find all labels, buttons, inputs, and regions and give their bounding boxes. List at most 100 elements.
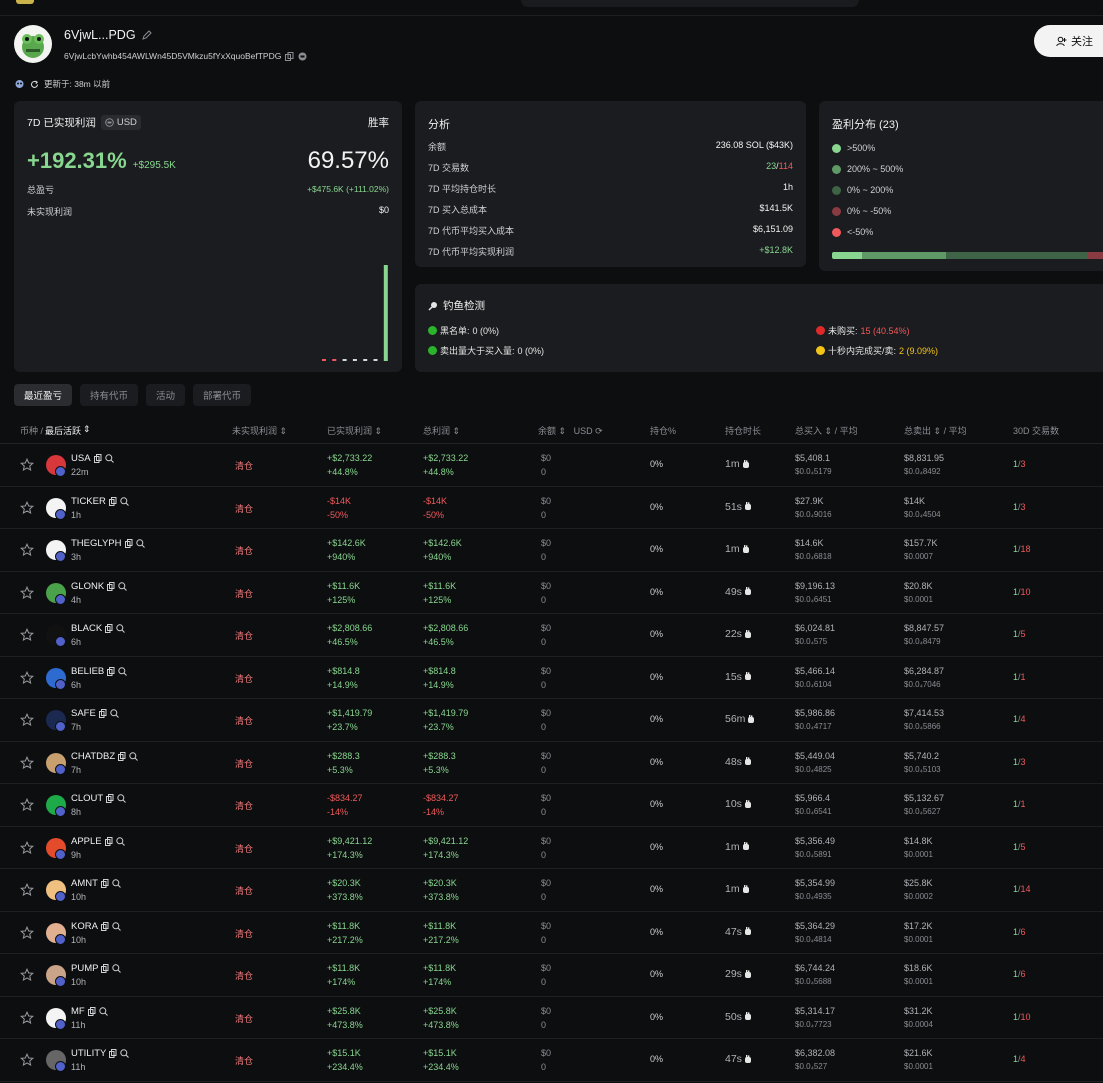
copy-icon[interactable] <box>108 496 117 506</box>
table-row[interactable]: MF 11h 清仓 +$25.8K +473.8% +$25.8K +473.8… <box>0 997 1103 1039</box>
token-symbol[interactable]: BELIEB <box>71 666 104 677</box>
star-icon[interactable] <box>20 1010 34 1025</box>
token-symbol[interactable]: PUMP <box>71 963 98 974</box>
star-icon[interactable] <box>20 713 34 727</box>
table-row[interactable]: USA 22m 清仓 +$2,733.22 +44.8% +$2,733.22 … <box>0 444 1103 487</box>
tab-holdings[interactable]: 持有代币 <box>80 384 139 406</box>
star-icon[interactable] <box>20 670 34 685</box>
table-row[interactable]: APPLE 9h 清仓 +$9,421.12 +174.3% +$9,421.1… <box>0 827 1103 869</box>
copy-icon[interactable] <box>106 794 114 803</box>
star-icon[interactable] <box>20 585 34 600</box>
col-hold[interactable]: 持仓时长 <box>725 424 761 437</box>
star-icon[interactable] <box>20 628 34 642</box>
tab-deployed[interactable]: 部署代币 <box>193 384 252 406</box>
star-icon[interactable] <box>20 925 34 940</box>
star-icon[interactable] <box>20 840 34 855</box>
search-input[interactable] <box>521 0 859 7</box>
table-row[interactable]: UTILITY 11h 清仓 +$15.1K +234.4% +$15.1K +… <box>0 1039 1103 1082</box>
token-symbol[interactable]: UTILITY <box>71 1048 106 1059</box>
table-row[interactable]: CLOUT 8h 清仓 -$834.27 -14% -$834.27 -14% … <box>0 784 1103 827</box>
token-symbol[interactable]: BLACK <box>71 623 102 634</box>
search-icon[interactable] <box>135 539 145 548</box>
search-icon[interactable] <box>120 496 129 506</box>
refresh-icon[interactable] <box>30 80 39 89</box>
star-icon[interactable] <box>20 500 34 515</box>
token-symbol[interactable]: GLONK <box>71 581 104 592</box>
copy-icon[interactable] <box>98 709 107 718</box>
logo-icon[interactable] <box>16 0 34 4</box>
star-icon[interactable] <box>20 798 34 812</box>
copy-icon[interactable] <box>107 666 115 676</box>
table-row[interactable]: SAFE 7h 清仓 +$1,419.79 +23.7% +$1,419.79 … <box>0 699 1103 742</box>
col-buy[interactable]: 总买入 ⇕ / 平均 <box>795 424 858 437</box>
copy-icon[interactable] <box>105 624 113 633</box>
token-symbol[interactable]: TICKER <box>71 496 106 507</box>
table-row[interactable]: CHATDBZ 7h 清仓 +$288.3 +5.3% +$288.3 +5.3… <box>0 742 1103 784</box>
tab-recent-pnl[interactable]: 最近盈亏 <box>14 384 73 406</box>
edit-icon[interactable] <box>141 30 152 40</box>
search-icon[interactable] <box>115 836 125 846</box>
table-row[interactable]: BELIEB 6h 清仓 +$814.8 +14.9% +$814.8 +14.… <box>0 657 1103 699</box>
search-icon[interactable] <box>117 794 127 803</box>
table-row[interactable]: THEGLYPH 3h 清仓 +$142.6K +940% +$142.6K +… <box>0 529 1103 572</box>
copy-icon[interactable] <box>93 454 102 463</box>
col-balance-unit[interactable]: USD <box>574 426 593 436</box>
search-icon[interactable] <box>118 666 128 676</box>
search-icon[interactable] <box>120 1049 130 1058</box>
copy-icon[interactable] <box>87 1006 96 1016</box>
search-icon[interactable] <box>116 624 126 633</box>
currency-toggle[interactable]: USD <box>100 115 141 130</box>
table-row[interactable]: AMNT 10h 清仓 +$20.3K +373.8% +$20.3K +373… <box>0 869 1103 912</box>
token-symbol[interactable]: KORA <box>71 921 98 932</box>
search-icon[interactable] <box>99 1006 108 1016</box>
table-row[interactable]: PUMP 10h 清仓 +$11.8K +174% +$11.8K +174% … <box>0 954 1103 997</box>
search-icon[interactable] <box>112 879 121 888</box>
search-icon[interactable] <box>104 454 114 463</box>
tab-activity[interactable]: 活动 <box>146 384 186 406</box>
explorer-icon[interactable] <box>298 52 307 61</box>
token-symbol[interactable]: THEGLYPH <box>71 538 122 549</box>
star-icon[interactable] <box>20 543 34 557</box>
col-balance[interactable]: 余额 ⇕ USD ⟳ <box>538 424 603 437</box>
col-position[interactable]: 持仓% <box>650 424 676 437</box>
token-symbol[interactable]: AMNT <box>71 878 98 889</box>
search-icon[interactable] <box>112 964 122 973</box>
copy-icon[interactable] <box>100 921 109 931</box>
col-unrealized[interactable]: 未实现利润 ⇕ <box>232 424 287 437</box>
copy-icon[interactable] <box>285 51 294 61</box>
star-icon[interactable] <box>20 755 34 770</box>
copy-icon[interactable] <box>109 1049 117 1058</box>
sort-icon[interactable]: ⇕ <box>83 424 91 437</box>
col-trades[interactable]: 30D 交易数 <box>1013 424 1059 437</box>
swap-icon[interactable]: ⟳ <box>595 426 603 436</box>
star-icon[interactable] <box>20 458 34 472</box>
table-row[interactable]: KORA 10h 清仓 +$11.8K +217.2% +$11.8K +217… <box>0 912 1103 954</box>
search-icon[interactable] <box>118 581 128 591</box>
copy-icon[interactable] <box>118 751 126 761</box>
token-symbol[interactable]: CHATDBZ <box>71 751 115 762</box>
token-symbol[interactable]: CLOUT <box>71 793 103 804</box>
col-realized[interactable]: 已实现利润 ⇕ <box>327 424 382 437</box>
table-row[interactable]: GLONK 4h 清仓 +$11.6K +125% +$11.6K +125% … <box>0 572 1103 614</box>
copy-icon[interactable] <box>101 964 109 973</box>
star-icon[interactable] <box>20 968 34 982</box>
col-total[interactable]: 总利润 ⇕ <box>423 424 460 437</box>
copy-icon[interactable] <box>104 836 113 846</box>
token-symbol[interactable]: SAFE <box>71 708 96 719</box>
token-symbol[interactable]: USA <box>71 453 91 464</box>
table-row[interactable]: TICKER 1h 清仓 -$14K -50% -$14K -50% $0 0 … <box>0 487 1103 529</box>
copy-icon[interactable] <box>124 539 133 548</box>
follow-button[interactable]: 关注 <box>1034 25 1103 57</box>
search-icon[interactable] <box>129 751 139 761</box>
token-symbol[interactable]: APPLE <box>71 836 102 847</box>
search-icon[interactable] <box>110 709 119 718</box>
col-sell[interactable]: 总卖出 ⇕ / 平均 <box>904 424 967 437</box>
col-last-active[interactable]: 最后活跃 <box>45 424 81 437</box>
table-row[interactable]: BLACK 6h 清仓 +$2,808.66 +46.5% +$2,808.66… <box>0 614 1103 657</box>
star-icon[interactable] <box>20 883 34 897</box>
copy-icon[interactable] <box>100 879 109 888</box>
token-symbol[interactable]: MF <box>71 1006 85 1017</box>
star-icon[interactable] <box>20 1053 34 1067</box>
search-icon[interactable] <box>112 921 121 931</box>
copy-icon[interactable] <box>107 581 115 591</box>
